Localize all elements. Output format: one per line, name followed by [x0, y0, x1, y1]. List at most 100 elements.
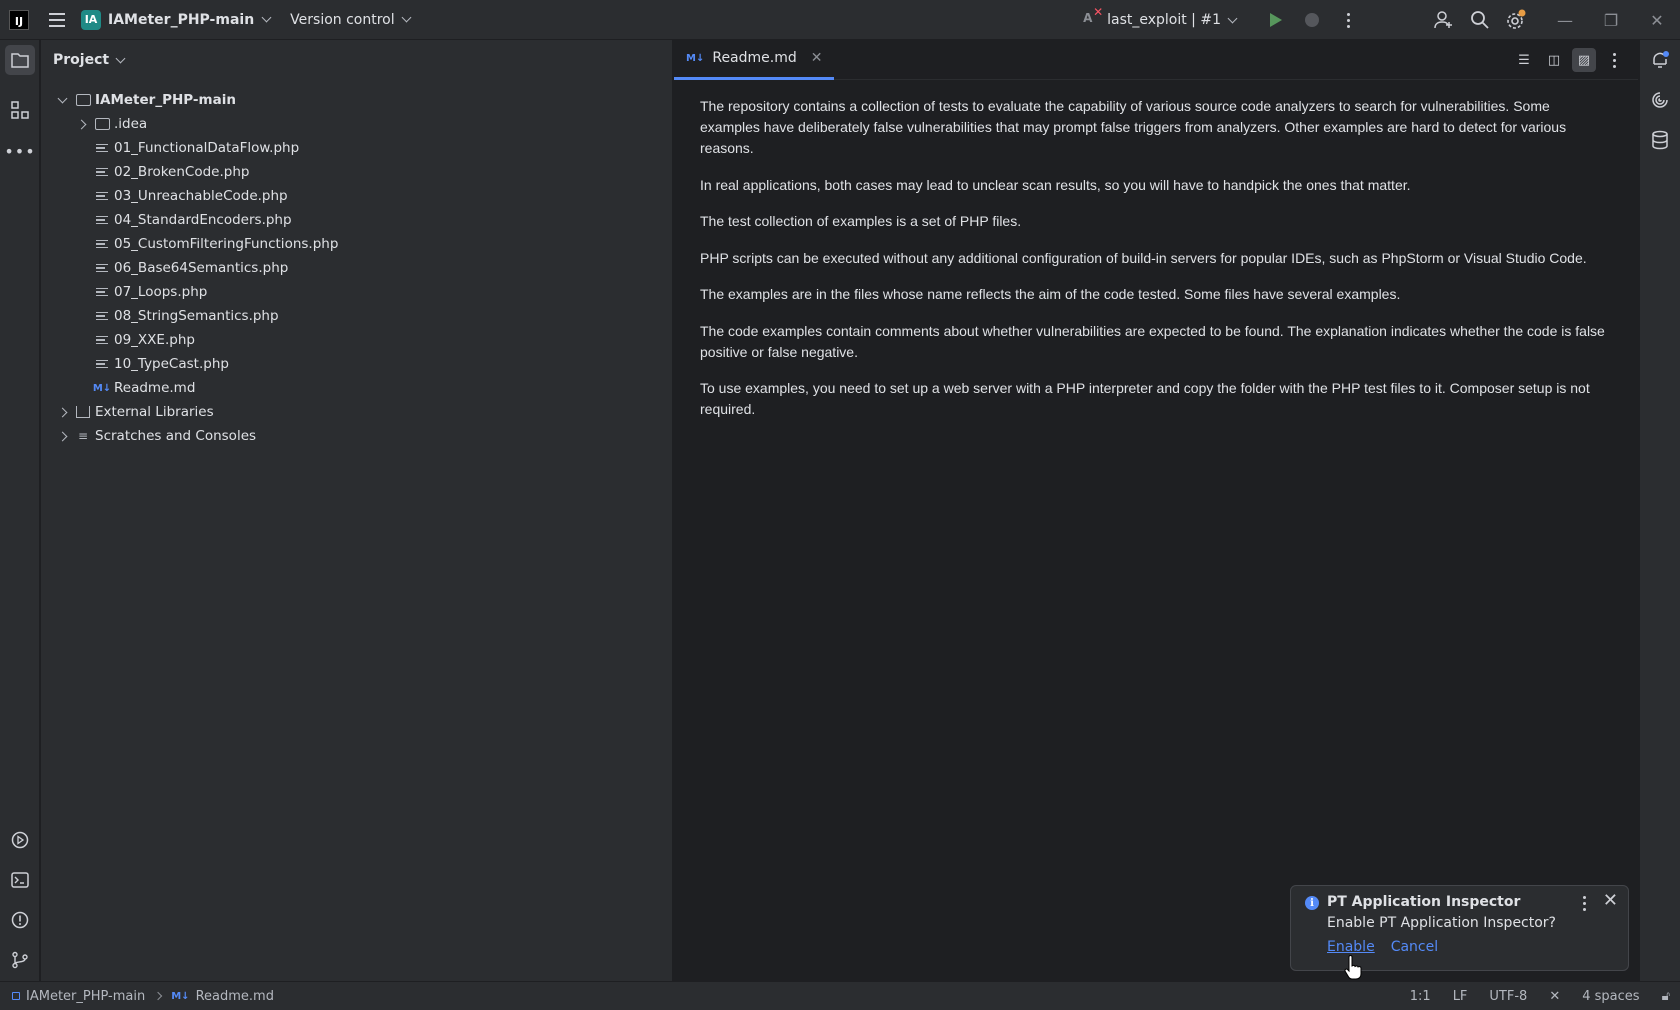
tree-node-label: Scratches and Consoles [95, 428, 257, 444]
ide-logo-icon[interactable]: IJ [9, 9, 29, 30]
tab-readme[interactable]: M↓ Readme.md ✕ [674, 40, 835, 80]
services-tool-button[interactable] [5, 825, 35, 855]
close-tab-icon[interactable]: ✕ [811, 50, 823, 66]
more-actions-button[interactable] [1330, 2, 1366, 38]
play-icon [1270, 13, 1282, 27]
lock-icon[interactable]: 🔓︎ [1662, 989, 1670, 1004]
collapse-arrow-icon[interactable] [57, 407, 67, 417]
tree-node-file[interactable]: 05_CustomFilteringFunctions.php [41, 232, 672, 256]
tree-node-file[interactable]: 04_StandardEncoders.php [41, 208, 672, 232]
tree-node-file[interactable]: 06_Base64Semantics.php [41, 256, 672, 280]
project-tool-button[interactable] [5, 45, 35, 75]
tree-node-scratches[interactable]: ≡ Scratches and Consoles [41, 424, 672, 448]
structure-icon [11, 101, 29, 119]
tree-node-root[interactable]: IAMeter_PHP-main [41, 88, 672, 112]
caret-position[interactable]: 1:1 [1410, 989, 1431, 1004]
text-file-icon [94, 261, 110, 275]
library-icon [75, 405, 91, 419]
gear-icon [1507, 9, 1526, 29]
notification-body: Enable PT Application Inspector? [1327, 915, 1556, 931]
module-icon [12, 992, 20, 1000]
line-separator[interactable]: LF [1453, 989, 1468, 1004]
text-file-icon [94, 141, 110, 155]
git-tool-button[interactable] [5, 945, 35, 975]
preview-only-button[interactable]: ▨ [1572, 48, 1596, 72]
minimize-window-button[interactable]: — [1542, 0, 1588, 40]
tree-node-label: 05_CustomFilteringFunctions.php [114, 236, 339, 252]
expand-arrow-icon[interactable] [57, 95, 67, 105]
run-config-selector[interactable]: A ✕ last_exploit | #1 [1083, 5, 1238, 29]
version-control-label: Version control [290, 11, 395, 28]
folder-icon [11, 53, 29, 68]
tree-node-file[interactable]: 02_BrokenCode.php [41, 160, 672, 184]
structure-tool-button[interactable] [5, 95, 35, 125]
notification-actions: Enable Cancel [1327, 939, 1438, 955]
tree-node-file[interactable]: 01_FunctionalDataFlow.php [41, 136, 672, 160]
tree-node-label: IAMeter_PHP-main [95, 92, 236, 108]
problems-tool-button[interactable] [5, 905, 35, 935]
text-file-icon [94, 333, 110, 347]
debug-button[interactable] [1294, 2, 1330, 38]
search-icon [1471, 11, 1489, 29]
readme-paragraph: The repository contains a collection of … [700, 98, 1567, 156]
project-panel-header[interactable]: Project [41, 40, 672, 80]
tree-node-file[interactable]: M↓ Readme.md [41, 376, 672, 400]
ai-assistant-button[interactable] [1646, 86, 1674, 114]
enable-link[interactable]: Enable [1327, 939, 1375, 955]
split-view-button[interactable]: ◫ [1542, 48, 1566, 72]
editor-more-button[interactable] [1602, 48, 1626, 72]
tree-node-label: 10_TypeCast.php [114, 356, 229, 372]
run-button[interactable] [1258, 2, 1294, 38]
text-file-icon [94, 357, 110, 371]
lines-icon: ☰ [1518, 52, 1530, 68]
readme-paragraph: The code examples contain comments about… [700, 322, 1605, 360]
settings-button[interactable] [1498, 2, 1534, 38]
markdown-file-icon: M↓ [92, 382, 112, 394]
notification-more-icon[interactable] [1583, 896, 1586, 911]
project-switcher[interactable]: IA IAMeter_PHP-main [81, 9, 272, 30]
tree-node-file[interactable]: 08_StringSemantics.php [41, 304, 672, 328]
database-button[interactable] [1646, 126, 1674, 154]
main-menu-icon[interactable] [45, 8, 69, 32]
tree-node-label: 09_XXE.php [114, 332, 195, 348]
close-icon[interactable]: ✕ [1603, 890, 1618, 911]
code-with-me-button[interactable] [1426, 2, 1462, 38]
folder-icon [94, 117, 110, 131]
terminal-tool-button[interactable] [5, 865, 35, 895]
split-icon: ◫ [1547, 52, 1561, 68]
services-icon [11, 831, 29, 849]
tree-node-folder[interactable]: .idea [41, 112, 672, 136]
project-badge: IA [81, 9, 101, 30]
editor-only-button[interactable]: ☰ [1512, 48, 1536, 72]
restore-window-button[interactable]: ❐ [1588, 0, 1634, 40]
search-everywhere-button[interactable] [1462, 2, 1498, 38]
info-icon: i [1305, 896, 1319, 910]
notifications-button[interactable] [1646, 46, 1674, 74]
editor-area: M↓ Readme.md ✕ ☰ ◫ ▨ The repository cont… [674, 40, 1638, 981]
collapse-arrow-icon[interactable] [76, 119, 86, 129]
breadcrumb-file[interactable]: Readme.md [196, 989, 274, 1004]
editorconfig-icon[interactable]: ✕ [1549, 989, 1560, 1004]
breadcrumb-project[interactable]: IAMeter_PHP-main [26, 989, 145, 1004]
tree-node-file[interactable]: 07_Loops.php [41, 280, 672, 304]
scratches-icon: ≡ [77, 429, 89, 443]
tree-node-libraries[interactable]: External Libraries [41, 400, 672, 424]
chevron-down-icon [401, 12, 412, 23]
collapse-arrow-icon[interactable] [57, 431, 67, 441]
file-encoding[interactable]: UTF-8 [1489, 989, 1527, 1004]
more-tools-button[interactable]: ••• [4, 136, 35, 166]
module-folder-icon [75, 93, 91, 107]
tree-node-file[interactable]: 10_TypeCast.php [41, 352, 672, 376]
cancel-link[interactable]: Cancel [1391, 939, 1438, 955]
tree-node-file[interactable]: 03_UnreachableCode.php [41, 184, 672, 208]
tree-node-label: Readme.md [114, 380, 196, 396]
tree-node-label: External Libraries [95, 404, 214, 420]
tree-node-file[interactable]: 09_XXE.php [41, 328, 672, 352]
close-window-button[interactable]: ✕ [1634, 0, 1680, 40]
project-name: IAMeter_PHP-main [108, 11, 255, 28]
tree-node-label: 08_StringSemantics.php [114, 308, 279, 324]
indent-setting[interactable]: 4 spaces [1582, 989, 1639, 1004]
version-control-menu[interactable]: Version control [290, 11, 412, 28]
notification-popup: i PT Application Inspector Enable PT App… [1290, 885, 1629, 971]
text-file-icon [94, 213, 110, 227]
